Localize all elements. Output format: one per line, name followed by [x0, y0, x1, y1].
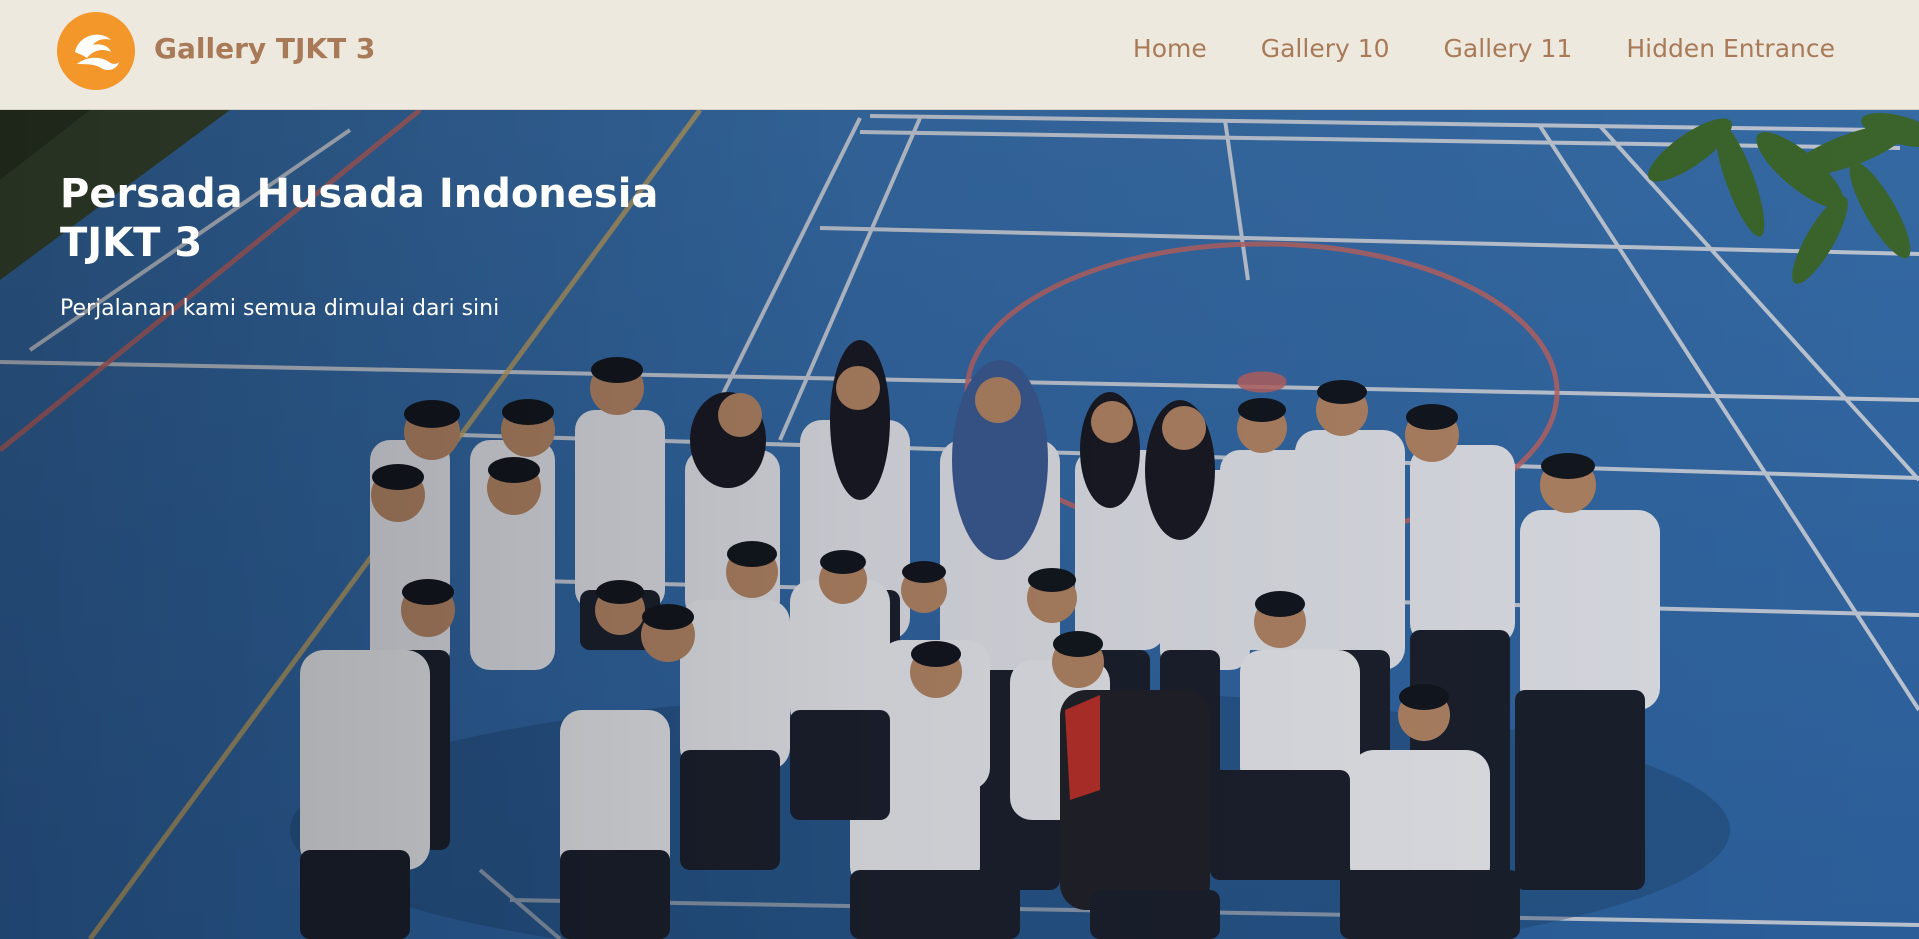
nav-link-gallery-11[interactable]: Gallery 11 [1444, 34, 1573, 63]
hero-title-line-1: Persada Husada Indonesia [60, 171, 659, 217]
nav-link-gallery-10[interactable]: Gallery 10 [1261, 34, 1390, 63]
nav-link-home[interactable]: Home [1133, 34, 1207, 63]
wave-logo-icon[interactable] [57, 12, 135, 90]
brand-title[interactable]: Gallery TJKT 3 [154, 32, 375, 65]
hero-section: Persada Husada Indonesia TJKT 3 Perjalan… [0, 110, 1919, 939]
hero-subtitle: Perjalanan kami semua dimulai dari sini [60, 296, 500, 321]
nav-link-hidden-entrance[interactable]: Hidden Entrance [1626, 34, 1835, 63]
hero-title: Persada Husada Indonesia TJKT 3 [60, 170, 780, 268]
main-nav: Home Gallery 10 Gallery 11 Hidden Entran… [1133, 34, 1835, 63]
hero-title-line-2: TJKT 3 [60, 220, 203, 266]
top-navbar: Gallery TJKT 3 Home Gallery 10 Gallery 1… [0, 0, 1919, 110]
